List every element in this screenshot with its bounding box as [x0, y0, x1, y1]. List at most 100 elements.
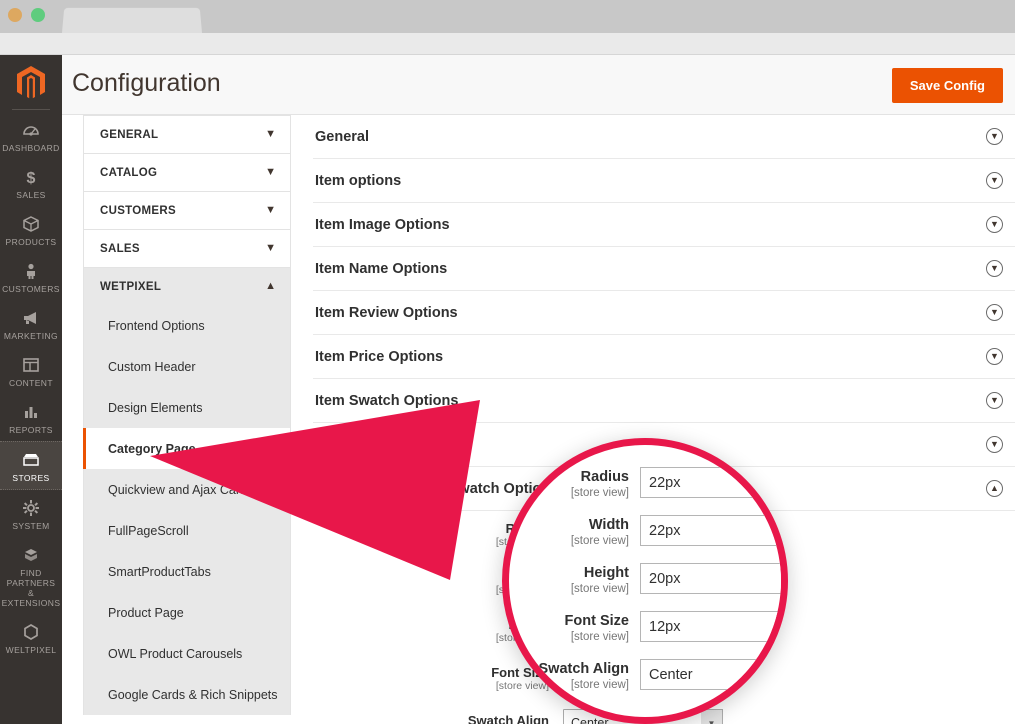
config-section-sales[interactable]: SALES▼	[83, 229, 291, 267]
config-section-general[interactable]: GENERAL▼	[83, 115, 291, 153]
config-link-frontend-options[interactable]: Frontend Options	[83, 305, 290, 346]
magnified-swatch-align-select[interactable]	[640, 659, 788, 690]
rail-item-stores[interactable]: STORES	[0, 441, 62, 490]
rail-item-label: SALES	[0, 190, 62, 200]
rail-item-products[interactable]: PRODUCTS	[0, 206, 62, 253]
minimize-button[interactable]	[8, 8, 22, 22]
maximize-button[interactable]	[31, 8, 45, 22]
rail-item-label: SYSTEM	[0, 521, 62, 531]
layout-icon	[0, 354, 62, 375]
config-link-quickview-and-ajax-cart[interactable]: Quickview and Ajax Cart	[83, 469, 290, 510]
rail-item-label: MARKETING	[0, 331, 62, 341]
window-controls	[8, 8, 45, 22]
config-link-google-cards-rich-snippets[interactable]: Google Cards & Rich Snippets	[83, 674, 290, 715]
magnified-field-label: Width[store view]	[509, 515, 640, 548]
rail-item-weltpixel[interactable]: WELTPIXEL	[0, 614, 62, 661]
accordion-item-swatch-options[interactable]: Item Swatch Options▼	[313, 379, 1015, 423]
config-link-label: SmartProductTabs	[108, 565, 211, 579]
config-section-customers[interactable]: CUSTOMERS▼	[83, 191, 291, 229]
rail-item-label: CUSTOMERS	[0, 284, 62, 294]
magnifier-lens: Radius[store view]Width[store view]Heigh…	[502, 438, 788, 724]
rail-item-reports[interactable]: REPORTS	[0, 394, 62, 441]
chevron-down-circle-icon[interactable]: ▼	[986, 260, 1003, 277]
magnified-form-row: Swatch Align[store view]	[509, 659, 788, 707]
rail-item-content[interactable]: CONTENT	[0, 347, 62, 394]
chevron-down-circle-icon[interactable]: ▼	[986, 348, 1003, 365]
rail-item-customers[interactable]: CUSTOMERS	[0, 253, 62, 300]
magnified-height-input[interactable]	[640, 563, 788, 594]
rail-item-dashboard[interactable]: DASHBOARD	[0, 112, 62, 159]
chevron-down-icon: ▼	[265, 205, 276, 216]
accordion-item-options[interactable]: Item options ▼	[313, 159, 1015, 203]
config-link-custom-header[interactable]: Custom Header	[83, 346, 290, 387]
config-section-label: CATALOG	[100, 167, 157, 179]
config-section-label: WETPIXEL	[100, 281, 161, 293]
magnified-field-label-text: Height	[509, 565, 629, 582]
magnified-width-input[interactable]	[640, 515, 788, 546]
magnified-form-row: Radius[store view]	[509, 467, 788, 515]
magnified-field-scope-text: [store view]	[509, 678, 629, 692]
magnified-field-label: Radius[store view]	[509, 467, 640, 500]
rail-item-find-partners-extensions[interactable]: FIND PARTNERS & EXTENSIONS	[0, 537, 62, 614]
magnified-font-size-input[interactable]	[640, 611, 788, 642]
browser-toolbar	[0, 33, 1015, 55]
chevron-down-circle-icon[interactable]: ▼	[986, 436, 1003, 453]
accordion-item-review-options[interactable]: Item Review Options ▼	[313, 291, 1015, 335]
accordion-label: Item Review Options	[315, 305, 458, 321]
magnified-radius-input[interactable]	[640, 467, 788, 498]
chevron-down-circle-icon[interactable]: ▼	[986, 304, 1003, 321]
browser-tab[interactable]	[62, 8, 202, 33]
config-link-label: Frontend Options	[108, 319, 205, 333]
magnified-field-label-text: Width	[509, 517, 629, 534]
accordion-item-name-options[interactable]: Item Name Options▼	[313, 247, 1015, 291]
config-link-smartproducttabs[interactable]: SmartProductTabs	[83, 551, 290, 592]
config-link-label: OWL Product Carousels	[108, 647, 242, 661]
accordion-item-image-options[interactable]: Item Image Options ▼	[313, 203, 1015, 247]
accordion-label: Item options	[315, 173, 401, 189]
rail-item-sales[interactable]: $ SALES	[0, 159, 62, 206]
svg-text:$: $	[27, 170, 36, 186]
chevron-down-circle-icon[interactable]: ▼	[986, 392, 1003, 409]
magnified-field-label-text: Font Size	[509, 613, 629, 630]
storefront-icon	[0, 449, 62, 470]
magnified-field-scope-text: [store view]	[509, 630, 629, 644]
config-link-label: Quickview and Ajax Cart	[108, 483, 243, 497]
accordion-label: Item Image Options	[315, 217, 450, 233]
rail-item-marketing[interactable]: MARKETING	[0, 300, 62, 347]
config-link-category-page[interactable]: Category Page	[83, 428, 290, 469]
chevron-up-circle-icon[interactable]: ▲	[986, 480, 1003, 497]
chevron-down-circle-icon[interactable]: ▼	[986, 172, 1003, 189]
box-icon	[0, 213, 62, 234]
rail-item-label: STORES	[0, 473, 62, 483]
accordion-item-price-options[interactable]: Item Price Options▼	[313, 335, 1015, 379]
config-section-wetpixel[interactable]: WETPIXEL ▲	[83, 267, 291, 305]
config-link-label: Product Page	[108, 606, 184, 620]
config-section-catalog[interactable]: CATALOG ▼	[83, 153, 291, 191]
chevron-up-icon: ▲	[265, 281, 276, 292]
rail-item-system[interactable]: SYSTEM	[0, 490, 62, 537]
chevron-down-circle-icon[interactable]: ▼	[986, 128, 1003, 145]
config-link-owl-product-carousels[interactable]: OWL Product Carousels	[83, 633, 290, 674]
magnified-field-label-text: Swatch Align	[509, 661, 629, 678]
magnified-field-scope-text: [store view]	[509, 486, 629, 500]
magnified-field-label: Swatch Align[store view]	[509, 659, 640, 692]
config-link-design-elements[interactable]: Design Elements	[83, 387, 290, 428]
hexagon-icon	[0, 621, 62, 642]
magnifier-content: Radius[store view]Width[store view]Heigh…	[509, 445, 788, 724]
accordion-general[interactable]: General▼	[313, 115, 1015, 159]
config-link-product-page[interactable]: Product Page	[83, 592, 290, 633]
megaphone-icon	[0, 307, 62, 328]
magnified-field-label: Font Size[store view]	[509, 611, 640, 644]
magnified-form-row: Font Size[store view]	[509, 611, 788, 659]
page-title: Configuration	[72, 69, 221, 98]
rail-item-label: DASHBOARD	[0, 143, 62, 153]
admin-shell: DASHBOARD $ SALES PRODUCTS CUSTOMERS MARKETIN…	[0, 55, 1015, 724]
config-link-label: Custom Header	[108, 360, 196, 374]
config-link-fullpagescroll[interactable]: FullPageScroll	[83, 510, 290, 551]
chevron-down-circle-icon[interactable]: ▼	[986, 216, 1003, 233]
save-config-button[interactable]: Save Config	[892, 68, 1003, 103]
chevron-down-icon: ▼	[265, 167, 276, 178]
rail-item-label: REPORTS	[0, 425, 62, 435]
magento-logo-icon[interactable]	[11, 61, 51, 105]
config-section-label: GENERAL	[100, 129, 158, 141]
